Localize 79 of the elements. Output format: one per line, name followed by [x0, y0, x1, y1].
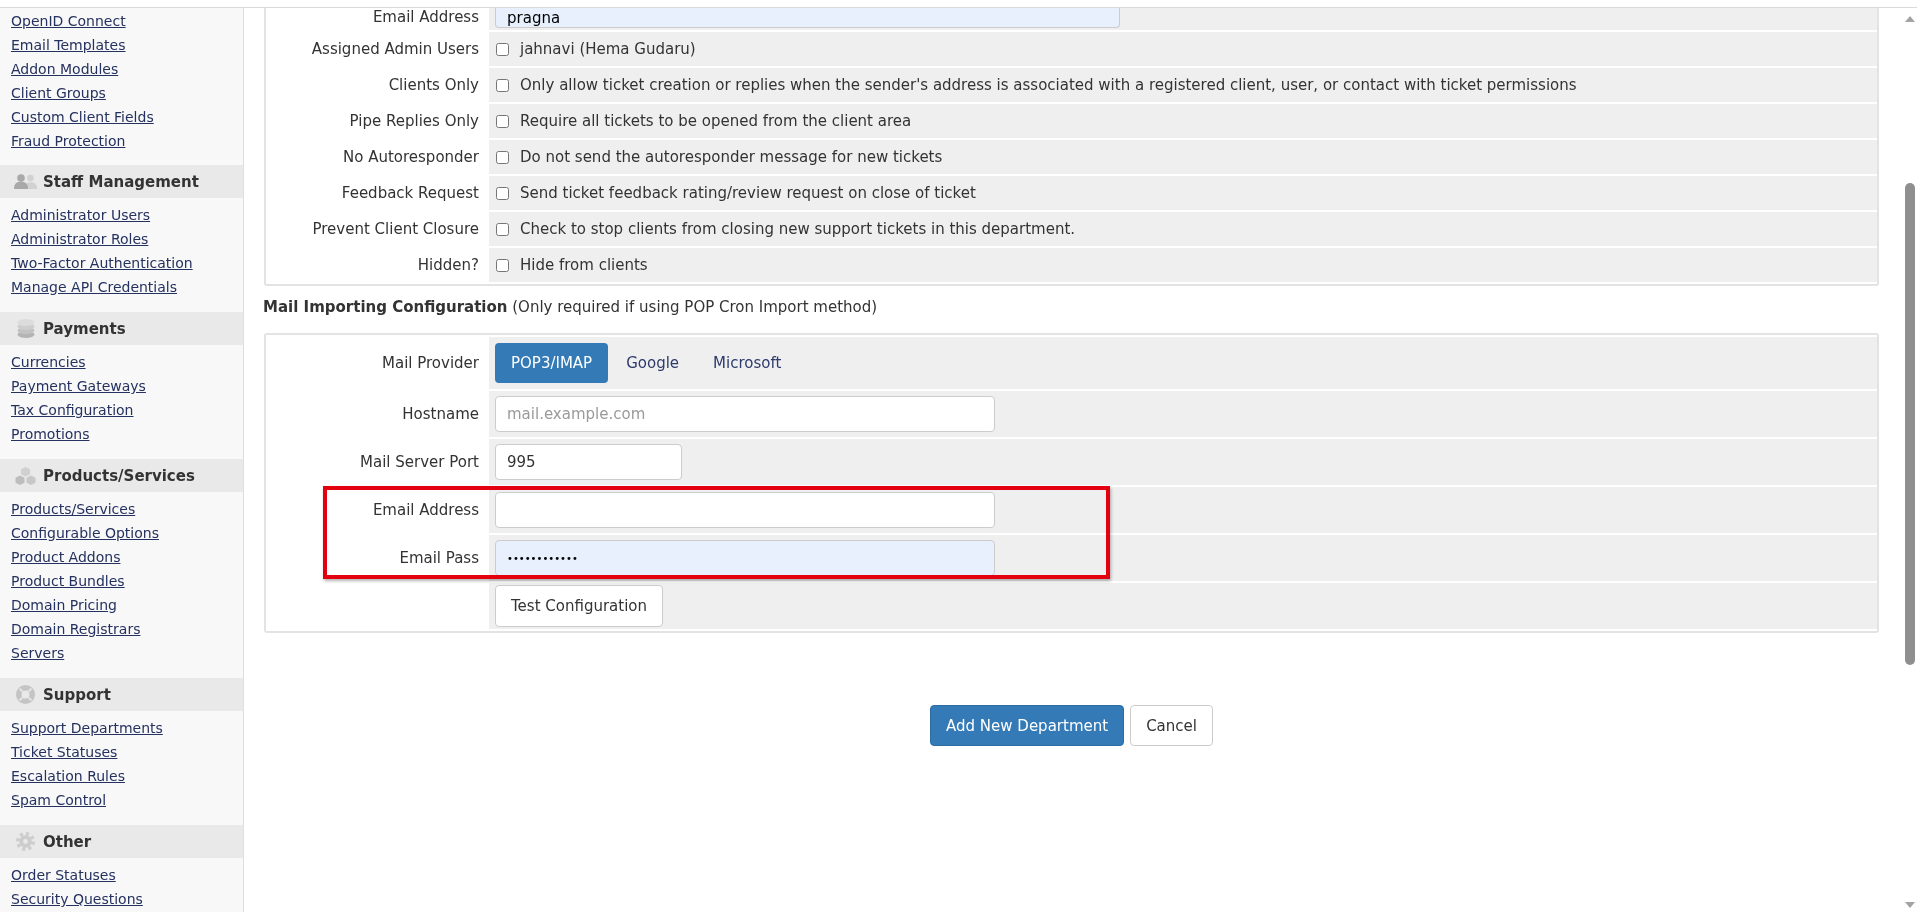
sidebar-section-title: Staff Management [43, 172, 199, 191]
sidebar-link[interactable]: Servers [11, 641, 65, 665]
field-label: Feedback Request [341, 183, 479, 203]
checkbox-label: Check to stop clients from closing new support tickets in this department. [520, 220, 1076, 238]
sidebar-link[interactable]: Security Questions [11, 887, 143, 911]
sidebar-link[interactable]: Order Statuses [11, 863, 116, 887]
sidebar-link[interactable]: Addon Modules [11, 57, 119, 81]
checkbox[interactable] [496, 78, 509, 92]
sidebar-link[interactable]: Client Groups [11, 81, 106, 105]
sidebar-link[interactable]: Ticket Statuses [11, 740, 118, 764]
sidebar-link[interactable]: Currencies [11, 350, 86, 374]
field-label: Clients Only [388, 75, 479, 95]
sidebar-link[interactable]: OpenID Connect [11, 9, 126, 33]
checkbox-label: Do not send the autoresponder message for new tickets [520, 148, 943, 166]
scrollbar-thumb[interactable] [1904, 183, 1915, 665]
sidebar-link[interactable]: Administrator Roles [11, 227, 149, 251]
field-label: Assigned Admin Users [311, 39, 479, 59]
test-configuration-button[interactable]: Test Configuration [495, 585, 664, 627]
sidebar-link[interactable]: Configurable Options [11, 521, 159, 545]
people-icon [14, 174, 37, 189]
section-heading: Mail Importing Configuration (Only required if using POP Cron Import method) [263, 297, 879, 317]
checkbox[interactable] [496, 150, 509, 164]
sidebar-link[interactable]: Tax Configuration [11, 398, 134, 422]
checkbox-label: Hide from clients [520, 256, 648, 274]
checkbox[interactable] [496, 114, 509, 128]
provider-tab[interactable]: Google [610, 343, 696, 383]
field-label: No Autoresponder [343, 147, 479, 167]
text-field[interactable]: mail.example.com [495, 396, 995, 432]
field-label: Hostname [402, 404, 479, 424]
sidebar-section-title: Payments [43, 319, 126, 338]
sidebar-link[interactable]: Payment Gateways [11, 374, 146, 398]
sidebar-link[interactable]: Custom Client Fields [11, 105, 154, 129]
sidebar-link[interactable]: Product Bundles [11, 569, 125, 593]
checkbox[interactable] [496, 186, 509, 200]
sidebar-link[interactable]: Escalation Rules [11, 764, 125, 788]
sidebar-link[interactable]: Domain Pricing [11, 593, 117, 617]
scroll-up-arrow-icon[interactable] [1904, 16, 1915, 22]
number-field[interactable]: 995 [495, 444, 682, 480]
field-label: Hidden? [417, 255, 479, 275]
sidebar-link[interactable]: Products/Services [11, 497, 136, 521]
checkbox-label: Only allow ticket creation or replies when the sender's address is associated with a registered client, user, or contact with ticket permissions [520, 76, 1577, 94]
gear-icon [16, 832, 35, 851]
checkbox[interactable] [496, 222, 509, 236]
checkbox-label: Send ticket feedback rating/review request on close of ticket [520, 184, 976, 202]
provider-tab[interactable]: POP3/IMAP [495, 343, 609, 383]
sidebar-section-title: Products/Services [43, 466, 195, 485]
checkbox-label: Require all tickets to be opened from the client area [520, 112, 912, 130]
sidebar-link[interactable]: Domain Registrars [11, 617, 141, 641]
add-department-button[interactable]: Add New Department [930, 705, 1125, 746]
sidebar-link[interactable]: Product Addons [11, 545, 121, 569]
sidebar-link[interactable]: Promotions [11, 422, 90, 446]
sidebar-section-title: Other [43, 832, 92, 851]
sidebar-link[interactable]: Administrator Users [11, 203, 151, 227]
field-label: Email Address [372, 8, 479, 27]
life-ring-icon [16, 685, 35, 704]
sidebar-link[interactable]: Support Departments [11, 716, 163, 740]
sidebar-section-title: Support [43, 685, 111, 704]
sidebar-link[interactable]: Spam Control [11, 788, 107, 812]
text-field[interactable]: pragna [495, 8, 1120, 28]
coins-icon [16, 319, 35, 338]
provider-tab[interactable]: Microsoft [697, 343, 798, 383]
scroll-down-arrow-icon[interactable] [1904, 902, 1915, 908]
sidebar-link[interactable]: Email Templates [11, 33, 126, 57]
field-label: Email Pass [399, 548, 479, 568]
password-field[interactable]: •••••••••••• [495, 540, 995, 576]
checkbox[interactable] [496, 42, 509, 56]
text-field[interactable] [495, 492, 995, 528]
field-label: Email Address [372, 500, 479, 520]
cubes-icon [15, 466, 36, 485]
cancel-button[interactable]: Cancel [1130, 705, 1213, 746]
field-label: Mail Server Port [360, 452, 479, 472]
field-label: Pipe Replies Only [349, 111, 479, 131]
sidebar-link[interactable]: Fraud Protection [11, 129, 126, 153]
field-label: Prevent Client Closure [312, 219, 479, 239]
checkbox-label: jahnavi (Hema Gudaru) [520, 40, 696, 58]
sidebar-link[interactable]: Two-Factor Authentication [11, 251, 193, 275]
field-label: Mail Provider [382, 353, 479, 373]
checkbox[interactable] [496, 258, 509, 272]
sidebar-link[interactable]: Manage API Credentials [11, 275, 177, 299]
